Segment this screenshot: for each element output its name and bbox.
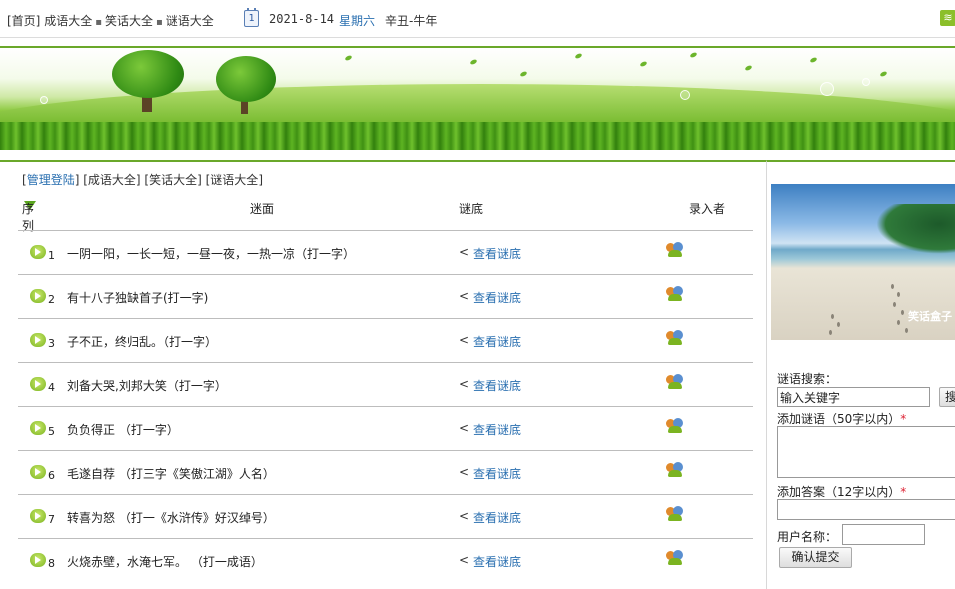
nav-link-idioms[interactable]: 成语大全 [44, 14, 92, 28]
chevron-left-icon: < [459, 377, 470, 391]
idioms-link[interactable]: 成语大全 [88, 173, 136, 187]
users-icon[interactable] [666, 374, 684, 390]
arrow-circle-icon [30, 333, 46, 347]
chevron-left-icon: < [459, 509, 470, 523]
users-icon[interactable] [666, 242, 684, 258]
view-answer-link[interactable]: 查看谜底 [473, 421, 521, 438]
main-content: [管理登陆] [成语大全] [笑话大全] [谜语大全] 序列 迷面 谜底 录入者… [0, 160, 766, 589]
home-link[interactable]: [首页] [7, 14, 40, 28]
arrow-circle-icon [30, 245, 46, 259]
row-number: 8 [48, 557, 55, 570]
arrow-circle-icon [30, 509, 46, 523]
view-answer-link[interactable]: 查看谜底 [473, 509, 521, 526]
arrow-circle-icon [30, 421, 46, 435]
nav-link-riddles[interactable]: 谜语大全 [166, 14, 214, 28]
username-input[interactable] [842, 524, 925, 545]
riddle-text: 毛遂自荐 （打三字《笑傲江湖》人名） [67, 467, 275, 481]
view-answer-link[interactable]: 查看谜底 [473, 289, 521, 306]
header-riddle: 迷面 [250, 202, 275, 216]
banner-grass [0, 122, 955, 150]
riddle-text: 有十八子独缺首子(打一字) [67, 291, 209, 305]
lunar-year: 辛丑-牛年 [385, 14, 438, 28]
nav-link-jokes[interactable]: 笑话大全 [105, 14, 153, 28]
arrow-circle-icon [30, 377, 46, 391]
header-banner [0, 46, 955, 150]
add-answer-input[interactable] [777, 499, 955, 520]
users-icon[interactable] [666, 550, 684, 566]
admin-login-link[interactable]: 管理登陆 [27, 173, 75, 187]
riddle-list: 1 一阴一阳，一长一短，一昼一夜，一热一凉（打一字） < 查看谜底 2 有十八子… [18, 230, 753, 582]
chevron-left-icon: < [459, 553, 470, 567]
chevron-left-icon: < [459, 421, 470, 435]
nav-separator: ▪ [156, 17, 163, 28]
chevron-left-icon: < [459, 245, 470, 259]
required-mark: * [900, 485, 907, 499]
top-bar: [首页] 成语大全 ▪ 笑话大全 ▪ 谜语大全 1 2021-8-14 星期六 辛丑-牛… [0, 0, 955, 38]
submit-button[interactable]: 确认提交 [779, 547, 852, 568]
row-number: 2 [48, 293, 55, 306]
riddle-text: 刘备大哭,刘邦大笑（打一字） [67, 379, 227, 393]
table-row: 3 子不正，终归乱。（打一字） < 查看谜底 [18, 318, 753, 362]
calendar-icon: 1 [244, 8, 259, 27]
photo-watermark: 笑话盒子 [908, 310, 952, 323]
view-answer-link[interactable]: 查看谜底 [473, 377, 521, 394]
riddle-text: 负负得正 （打一字） [67, 423, 179, 437]
beach-photo: 笑话盒子 [771, 184, 955, 340]
header-author: 录入者 [689, 202, 726, 216]
chevron-left-icon: < [459, 289, 470, 303]
table-row: 1 一阴一阳，一长一短，一昼一夜，一热一凉（打一字） < 查看谜底 [18, 230, 753, 274]
arrow-circle-icon [30, 465, 46, 479]
riddle-text: 子不正，终归乱。（打一字） [67, 335, 218, 349]
row-number: 4 [48, 381, 55, 394]
row-number: 5 [48, 425, 55, 438]
users-icon[interactable] [666, 286, 684, 302]
view-answer-link[interactable]: 查看谜底 [473, 245, 521, 262]
current-date: 2021-8-14 [269, 12, 335, 26]
table-row: 5 负负得正 （打一字） < 查看谜底 [18, 406, 753, 450]
table-row: 4 刘备大哭,刘邦大笑（打一字） < 查看谜底 [18, 362, 753, 406]
users-icon[interactable] [666, 418, 684, 434]
table-row: 8 火烧赤壁，水淹七军。 （打一成语） < 查看谜底 [18, 538, 753, 582]
riddle-text: 一阴一阳，一长一短，一昼一夜，一热一凉（打一字） [67, 247, 356, 261]
users-icon[interactable] [666, 462, 684, 478]
row-number: 1 [48, 249, 55, 262]
riddle-text: 火烧赤壁，水淹七军。 （打一成语） [67, 555, 263, 569]
search-input[interactable] [777, 387, 930, 407]
top-nav: [首页] 成语大全 ▪ 笑话大全 ▪ 谜语大全 [7, 12, 214, 29]
table-row: 2 有十八子独缺首子(打一字) < 查看谜底 [18, 274, 753, 318]
add-riddle-textarea[interactable] [777, 426, 955, 478]
row-number: 6 [48, 469, 55, 482]
nav-separator: ▪ [95, 17, 102, 28]
current-weekday: 星期六 [339, 14, 376, 28]
chevron-left-icon: < [459, 465, 470, 479]
search-label: 谜语搜索： [777, 372, 838, 386]
required-mark: * [900, 412, 907, 426]
riddles-link[interactable]: 谜语大全 [210, 173, 258, 187]
row-number: 7 [48, 513, 55, 526]
section-links: [管理登陆] [成语大全] [笑话大全] [谜语大全] [22, 173, 263, 187]
users-icon[interactable] [666, 506, 684, 522]
row-number: 3 [48, 337, 55, 350]
table-header: 序列 迷面 谜底 录入者 [22, 200, 752, 233]
view-answer-link[interactable]: 查看谜底 [473, 333, 521, 350]
table-row: 6 毛遂自荐 （打三字《笑傲江湖》人名） < 查看谜底 [18, 450, 753, 494]
sidebar: 笑话盒子 谜语搜索： 搜 添加谜语（50字以内）* 添加答案（12字以内）* 用… [766, 160, 955, 589]
header-order[interactable]: 序列 [22, 200, 36, 233]
header-answer: 谜底 [459, 202, 484, 216]
view-answer-link[interactable]: 查看谜底 [473, 553, 521, 570]
username-label: 用户名称： [777, 530, 838, 544]
chevron-left-icon: < [459, 333, 470, 347]
users-icon[interactable] [666, 330, 684, 346]
arrow-circle-icon [30, 289, 46, 303]
arrow-circle-icon [30, 553, 46, 567]
view-answer-link[interactable]: 查看谜底 [473, 465, 521, 482]
jokes-link[interactable]: 笑话大全 [149, 173, 197, 187]
search-button[interactable]: 搜 [939, 387, 955, 407]
add-riddle-label: 添加谜语（50字以内）* [777, 412, 907, 426]
add-answer-label: 添加答案（12字以内）* [777, 485, 907, 499]
site-corner-icon[interactable]: ≋ [940, 10, 955, 26]
riddle-text: 转喜为怒 （打一《水浒传》好汉绰号） [67, 511, 275, 525]
table-row: 7 转喜为怒 （打一《水浒传》好汉绰号） < 查看谜底 [18, 494, 753, 538]
